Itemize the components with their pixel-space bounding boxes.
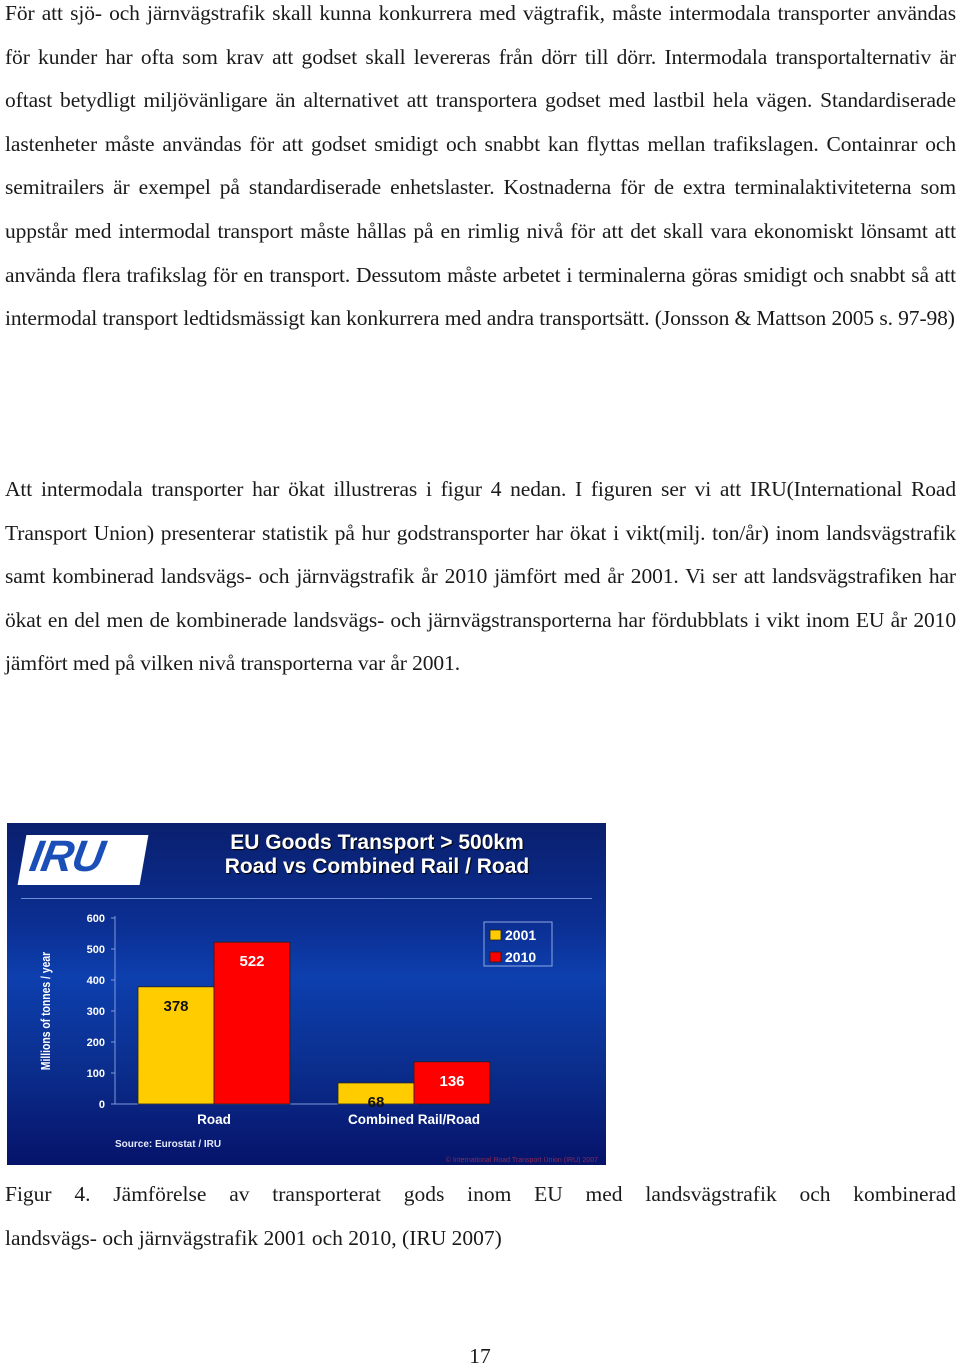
body-paragraph-2: Att intermodala transporter har ökat ill…	[5, 477, 956, 676]
bar-value-label: 522	[239, 953, 264, 970]
y-tick-label: 600	[87, 913, 105, 925]
caption-line-2: landsvägs- och järnvägstrafik 2001 och 2…	[5, 1225, 502, 1250]
bar-value-label: 68	[368, 1094, 385, 1111]
legend-swatch-2010	[489, 951, 502, 963]
y-axis-label: Millions of tonnes / year	[39, 951, 53, 1070]
page-number: 17	[469, 1344, 491, 1368]
bar-value-label: 136	[439, 1073, 464, 1090]
source-note: Source: Eurostat / IRU	[115, 1139, 221, 1150]
legend-label-2010: 2010	[505, 949, 536, 965]
figure-caption: Figur 4. Jämförelse av transporterat god…	[5, 1173, 956, 1260]
y-tick-label: 100	[87, 1068, 105, 1080]
y-tick-label: 500	[87, 944, 105, 956]
figure-iru-chart: IRU EU Goods Transport > 500km Road vs C…	[7, 823, 606, 1165]
bar-chart: 0 100 200 300 400 500 600 Millions of tonnes / …	[39, 913, 598, 1164]
caption-line-1: Figur 4. Jämförelse av transporterat god…	[5, 1182, 956, 1206]
x-category-label: Road	[197, 1112, 231, 1127]
legend-label-2001: 2001	[505, 927, 536, 943]
legend-swatch-2001	[489, 929, 502, 941]
bar-value-label: 378	[163, 998, 188, 1015]
y-tick-label: 0	[99, 1099, 105, 1111]
x-category-label: Combined Rail/Road	[348, 1112, 480, 1127]
copyright-note: © International Road Transport Union (IR…	[446, 1156, 598, 1164]
body-paragraph-1: För att sjö- och järnvägstrafik skall ku…	[5, 1, 956, 331]
y-tick-label: 400	[87, 975, 105, 987]
y-tick-label: 300	[87, 1006, 105, 1018]
y-tick-label: 200	[87, 1037, 105, 1049]
